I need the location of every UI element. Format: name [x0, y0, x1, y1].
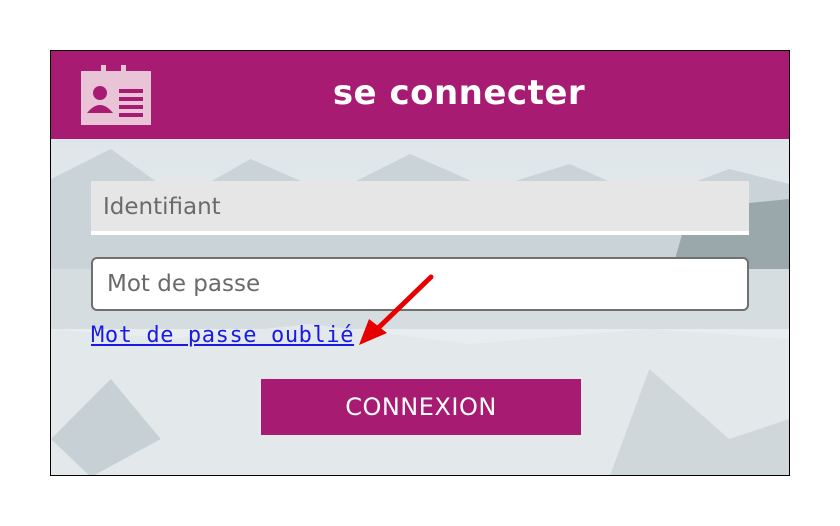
red-arrow-annotation [359, 274, 434, 345]
forgot-password-link[interactable]: Mot de passe oublié [91, 323, 354, 348]
page-title: se connecter [332, 73, 586, 113]
header-bar: se connecter [51, 51, 789, 139]
login-panel: se connecter Identifiant Mot de passe Mo… [50, 50, 790, 476]
username-input[interactable]: Identifiant [91, 181, 749, 235]
connexion-button[interactable]: CONNEXION [261, 379, 581, 435]
